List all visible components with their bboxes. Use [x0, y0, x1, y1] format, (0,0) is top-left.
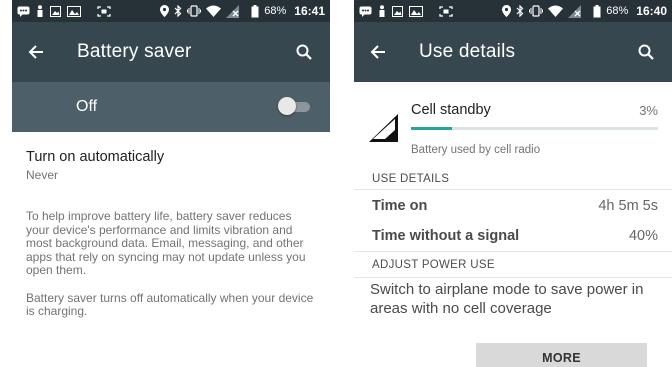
- cell-signal-icon: [369, 114, 398, 142]
- usage-progress-fill: [411, 127, 452, 130]
- battery-percent: 68%: [606, 5, 629, 17]
- clock: 16:41: [294, 4, 325, 18]
- wifi-icon: [206, 5, 222, 17]
- switch-label: Off: [76, 98, 98, 115]
- clock: 16:40: [636, 4, 667, 18]
- battery-saver-charging-note: Battery saver turns off automatically wh…: [26, 290, 314, 318]
- airplane-mode-advice: Switch to airplane mode to save power in…: [370, 281, 644, 317]
- cell-standby-usage: Cell standby 3% Battery used by cell rad…: [354, 82, 672, 170]
- screenshot-icon: [439, 5, 453, 17]
- page-title: Battery saver: [77, 41, 192, 62]
- person-icon: [379, 5, 385, 17]
- battery-icon: [251, 4, 259, 17]
- usage-item-name: Cell standby: [411, 102, 491, 118]
- back-arrow-icon: [370, 45, 385, 59]
- location-icon: [502, 5, 512, 17]
- use-details-section-header: USE DETAILS: [354, 168, 672, 190]
- messenger-icon: [359, 6, 372, 17]
- no-sim-icon: [226, 4, 240, 18]
- vibrate-icon: [529, 5, 544, 17]
- turn-on-automatically-preference[interactable]: Turn on automatically Never: [12, 149, 330, 182]
- battery-percent: 68%: [264, 5, 287, 17]
- more-button[interactable]: MORE: [476, 343, 647, 367]
- gallery-icon: [67, 5, 81, 17]
- location-icon: [160, 5, 170, 17]
- search-button[interactable]: [292, 40, 316, 64]
- person-icon: [37, 5, 43, 17]
- bluetooth-icon: [516, 5, 524, 17]
- image-icon: [50, 5, 61, 17]
- use-details-screen: 68% 16:40 Use details Cell standby 3% Ba…: [354, 0, 672, 367]
- app-bar: Battery saver: [12, 22, 330, 82]
- battery-saver-toggle[interactable]: [278, 97, 310, 115]
- battery-saver-screen: 68% 16:41 Battery saver Off Turn on auto…: [12, 0, 330, 367]
- status-bar: 68% 16:40: [354, 0, 672, 22]
- search-button[interactable]: [634, 40, 658, 64]
- status-bar: 68% 16:41: [12, 0, 330, 22]
- usage-progress-bar: [411, 127, 658, 130]
- usage-item-subtitle: Battery used by cell radio: [411, 144, 541, 156]
- no-sim-icon: [568, 4, 582, 18]
- back-button[interactable]: [370, 38, 398, 66]
- detail-row-time-without-signal: Time without a signal 40%: [354, 221, 672, 252]
- image-icon: [392, 5, 403, 17]
- battery-icon: [593, 4, 601, 17]
- usage-item-percent: 3%: [639, 103, 658, 118]
- toggle-thumb: [278, 97, 296, 115]
- page-title: Use details: [419, 41, 516, 62]
- app-bar: Use details: [354, 22, 672, 82]
- gallery-icon: [409, 5, 423, 17]
- detail-label: Time on: [372, 197, 428, 214]
- adjust-power-use-section-header: ADJUST POWER USE: [354, 252, 672, 278]
- detail-row-time-on: Time on 4h 5m 5s: [354, 190, 672, 221]
- detail-value: 40%: [628, 228, 658, 244]
- battery-saver-description: To help improve battery life, battery sa…: [26, 209, 306, 277]
- preference-title: Turn on automatically: [26, 149, 165, 165]
- detail-label: Time without a signal: [372, 228, 520, 244]
- wifi-icon: [548, 5, 564, 17]
- search-icon: [296, 44, 312, 60]
- battery-saver-switch-bar[interactable]: Off: [12, 82, 330, 132]
- vibrate-icon: [187, 5, 202, 17]
- bluetooth-icon: [174, 5, 182, 17]
- screenshot-icon: [97, 5, 111, 17]
- detail-value: 4h 5m 5s: [598, 197, 658, 214]
- preference-summary: Never: [26, 168, 59, 182]
- search-icon: [638, 44, 654, 60]
- messenger-icon: [17, 6, 30, 17]
- back-arrow-icon: [28, 45, 43, 59]
- back-button[interactable]: [28, 38, 56, 66]
